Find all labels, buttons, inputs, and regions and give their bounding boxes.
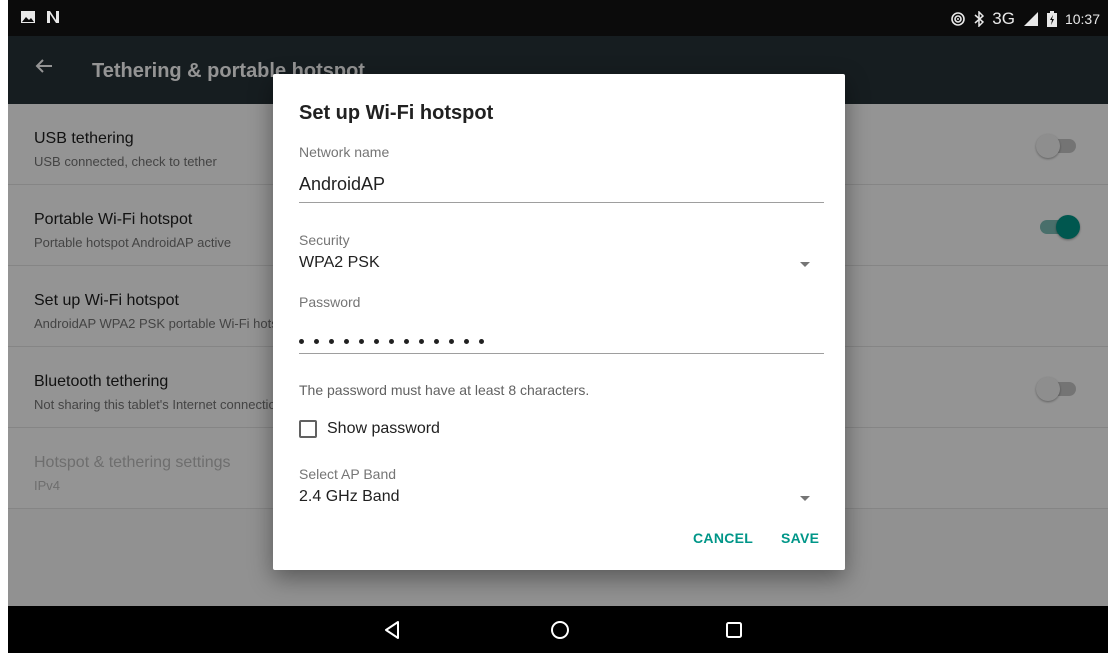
password-dot xyxy=(389,338,394,344)
password-dot xyxy=(404,338,409,344)
dialog-title: Set up Wi-Fi hotspot xyxy=(299,102,494,124)
status-bar: 3G 10:37 xyxy=(8,0,1108,36)
network-name-underline xyxy=(299,202,824,203)
password-dot xyxy=(314,338,319,344)
clock: 10:37 xyxy=(1064,11,1100,27)
show-password-label[interactable]: Show password xyxy=(327,420,440,438)
password-dot xyxy=(359,338,364,344)
hotspot-icon xyxy=(951,12,966,26)
password-dot xyxy=(374,338,379,344)
dropdown-arrow-icon xyxy=(800,496,810,501)
security-value: WPA2 PSK xyxy=(299,254,380,271)
nav-home-icon[interactable] xyxy=(548,618,572,642)
navigation-bar xyxy=(8,606,1108,653)
password-dot xyxy=(464,338,469,344)
battery-icon xyxy=(1046,11,1057,27)
password-dot xyxy=(449,338,454,344)
password-underline xyxy=(299,353,824,354)
network-name-label: Network name xyxy=(299,144,390,160)
signal-icon xyxy=(1023,12,1038,26)
network-type-label: 3G xyxy=(992,9,1015,28)
password-label: Password xyxy=(299,294,361,310)
cancel-button[interactable]: CANCEL xyxy=(693,530,753,546)
nav-back-icon[interactable] xyxy=(380,618,404,642)
gallery-notification-icon xyxy=(21,11,35,23)
security-label: Security xyxy=(299,232,350,248)
ap-band-value: 2.4 GHz Band xyxy=(299,488,400,505)
password-dot xyxy=(434,338,439,344)
password-dot xyxy=(479,338,484,344)
android-screen: 3G 10:37 Tethering & portable hotspot US… xyxy=(8,0,1108,653)
dropdown-arrow-icon xyxy=(800,262,810,267)
password-dot xyxy=(299,338,304,344)
network-name-input[interactable]: AndroidAP xyxy=(299,174,385,195)
save-button[interactable]: SAVE xyxy=(781,530,819,546)
nav-recents-icon[interactable] xyxy=(722,618,746,642)
ap-band-label: Select AP Band xyxy=(299,466,397,482)
bluetooth-icon xyxy=(974,11,985,27)
ap-band-dropdown[interactable]: 2.4 GHz Band xyxy=(299,488,824,512)
security-dropdown[interactable]: WPA2 PSK xyxy=(299,254,824,278)
show-password-checkbox[interactable] xyxy=(299,420,317,438)
password-dot xyxy=(419,338,424,344)
password-dot xyxy=(329,338,334,344)
password-dot xyxy=(344,338,349,344)
password-hint: The password must have at least 8 charac… xyxy=(299,382,590,398)
nfc-notification-icon xyxy=(47,11,59,23)
password-input[interactable] xyxy=(299,330,484,352)
wifi-hotspot-dialog: Set up Wi-Fi hotspot Network name Androi… xyxy=(273,74,845,570)
